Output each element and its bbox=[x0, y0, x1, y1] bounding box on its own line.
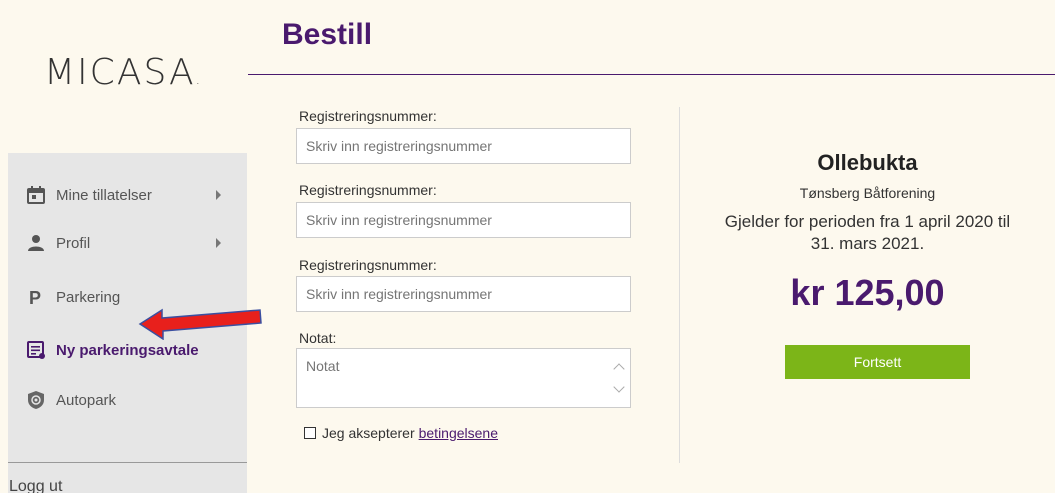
person-icon bbox=[26, 233, 46, 253]
sidebar-item-autopark[interactable]: Autopark bbox=[8, 380, 247, 420]
annotation-arrow-icon bbox=[138, 308, 262, 340]
accept-terms-text: Jeg aksepterer bbox=[322, 425, 415, 441]
shield-icon bbox=[26, 390, 46, 410]
accept-terms-row: Jeg aksepterer betingelsene bbox=[304, 425, 498, 441]
header-divider bbox=[248, 74, 1055, 75]
note-textarea[interactable] bbox=[296, 348, 631, 408]
chevron-down-icon bbox=[613, 381, 625, 393]
parking-icon: P bbox=[26, 287, 46, 307]
page-title: Bestill bbox=[282, 18, 373, 51]
sidebar-item-label: Mine tillatelser bbox=[56, 186, 152, 204]
chevron-right-icon bbox=[216, 190, 221, 200]
validity-period: Gjelder for perioden fra 1 april 2020 ti… bbox=[670, 211, 1055, 255]
validity-period-line-2: 31. mars 2021. bbox=[810, 234, 925, 253]
registration-input-3[interactable] bbox=[296, 276, 631, 312]
sidebar-item-profil[interactable]: Profil bbox=[8, 223, 247, 263]
association-name: Tønsberg Båtforening bbox=[799, 185, 936, 201]
calendar-icon bbox=[26, 185, 46, 205]
registration-label: Registreringsnummer: bbox=[299, 108, 437, 124]
validity-period-line-1: Gjelder for perioden fra 1 april 2020 ti… bbox=[724, 212, 1011, 231]
registration-label: Registreringsnummer: bbox=[299, 182, 437, 198]
divider bbox=[8, 462, 247, 463]
sidebar-item-label: Autopark bbox=[56, 391, 117, 409]
sidebar-item-label: Ny parkeringsavtale bbox=[56, 341, 199, 359]
sidebar-item-label: Profil bbox=[56, 234, 91, 252]
continue-button[interactable]: Fortsett bbox=[785, 345, 970, 379]
chevron-right-icon bbox=[216, 238, 221, 248]
sidebar: MICASA. Mine tillatelser Profil P Parker… bbox=[0, 0, 247, 493]
logo[interactable]: MICASA. bbox=[44, 52, 202, 93]
textarea-scrollbar[interactable] bbox=[612, 350, 628, 406]
registration-input-2[interactable] bbox=[296, 202, 631, 238]
price: kr 125,00 bbox=[790, 272, 945, 313]
terms-link[interactable]: betingelsene bbox=[419, 425, 498, 441]
sidebar-item-mine-tillatelser[interactable]: Mine tillatelser bbox=[8, 175, 247, 215]
logout-link[interactable]: Logg ut bbox=[9, 478, 62, 493]
place-name: Ollebukta bbox=[817, 150, 918, 175]
accept-terms-checkbox[interactable] bbox=[304, 427, 316, 439]
chevron-up-icon bbox=[613, 363, 625, 375]
registration-input-1[interactable] bbox=[296, 128, 631, 164]
sidebar-item-label: Parkering bbox=[56, 288, 121, 306]
note-label: Notat: bbox=[299, 330, 337, 346]
registration-label: Registreringsnummer: bbox=[299, 257, 437, 273]
document-icon bbox=[26, 340, 46, 360]
svg-text:P: P bbox=[29, 288, 41, 307]
